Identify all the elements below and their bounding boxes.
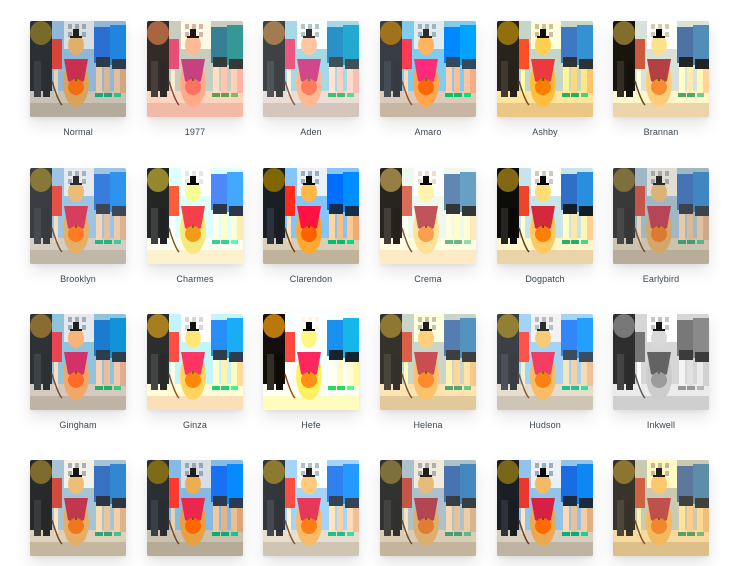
- filter-tile[interactable]: Hefe: [263, 314, 359, 430]
- filter-preview-image[interactable]: [380, 314, 476, 410]
- filter-preview-image[interactable]: [497, 21, 593, 117]
- filter-tile[interactable]: Inkwell: [613, 314, 709, 430]
- filter-preview-image[interactable]: [380, 21, 476, 117]
- filter-tile[interactable]: Normal: [30, 21, 126, 137]
- filter-tile[interactable]: Brannan: [613, 21, 709, 137]
- filter-tile[interactable]: Clarendon: [263, 168, 359, 284]
- filter-label: Brannan: [643, 127, 679, 137]
- filter-tile[interactable]: Charmes: [147, 168, 243, 284]
- filter-tile[interactable]: Dogpatch: [497, 168, 593, 284]
- filter-label: Helena: [413, 420, 443, 430]
- filter-label: Charmes: [176, 274, 214, 284]
- filter-tile[interactable]: Helena: [380, 314, 476, 430]
- filter-preview-image[interactable]: [263, 21, 359, 117]
- filter-label: Normal: [63, 127, 93, 137]
- filter-preview-image[interactable]: [30, 21, 126, 117]
- filter-label: 1977: [184, 127, 206, 137]
- filter-label: Gingham: [59, 420, 97, 430]
- filter-preview-image[interactable]: [147, 21, 243, 117]
- filter-tile[interactable]: Hudson: [497, 314, 593, 430]
- filter-tile[interactable]: Aden: [263, 21, 359, 137]
- filter-tile[interactable]: [497, 460, 593, 566]
- filter-preview-image[interactable]: [263, 314, 359, 410]
- filter-label: Brooklyn: [60, 274, 96, 284]
- filter-preview-image[interactable]: [380, 460, 476, 556]
- filter-preview-image[interactable]: [147, 460, 243, 556]
- filter-tile[interactable]: 1977: [147, 21, 243, 137]
- filter-label: Hudson: [529, 420, 561, 430]
- filter-preview-image[interactable]: [147, 314, 243, 410]
- filter-label: Ginza: [182, 420, 207, 430]
- filter-preview-image[interactable]: [613, 21, 709, 117]
- filter-label: Earlybird: [642, 274, 680, 284]
- filter-label: Ashby: [532, 127, 558, 137]
- filter-preview-image[interactable]: [30, 168, 126, 264]
- filter-preview-image[interactable]: [263, 168, 359, 264]
- filter-tile[interactable]: Amaro: [380, 21, 476, 137]
- filter-preview-image[interactable]: [263, 460, 359, 556]
- filter-preview-image[interactable]: [147, 168, 243, 264]
- filter-label: Amaro: [414, 127, 442, 137]
- filter-tile[interactable]: Ashby: [497, 21, 593, 137]
- filter-label: Crema: [414, 274, 442, 284]
- filter-preview-image[interactable]: [380, 168, 476, 264]
- filter-tile[interactable]: Crema: [380, 168, 476, 284]
- filter-tile[interactable]: Ginza: [147, 314, 243, 430]
- filter-preview-image[interactable]: [613, 314, 709, 410]
- filter-preview-image[interactable]: [613, 460, 709, 556]
- filter-preview-image[interactable]: [497, 460, 593, 556]
- filter-tile[interactable]: Gingham: [30, 314, 126, 430]
- filter-preview-image[interactable]: [30, 314, 126, 410]
- filter-label: Clarendon: [289, 274, 333, 284]
- filter-preview-image[interactable]: [30, 460, 126, 556]
- filter-label: Aden: [300, 127, 322, 137]
- filter-preview-image[interactable]: [613, 168, 709, 264]
- filter-tile[interactable]: [30, 460, 126, 566]
- filter-label: Hefe: [301, 420, 321, 430]
- filter-tile[interactable]: Brooklyn: [30, 168, 126, 284]
- filter-grid: Normal 1977 Aden Amaro Ashby Brannan Brooklyn C…: [0, 0, 750, 556]
- filter-preview-image[interactable]: [497, 168, 593, 264]
- filter-tile[interactable]: Earlybird: [613, 168, 709, 284]
- filter-label: Dogpatch: [525, 274, 565, 284]
- filter-tile[interactable]: [380, 460, 476, 566]
- filter-tile[interactable]: [147, 460, 243, 566]
- filter-tile[interactable]: [263, 460, 359, 566]
- filter-preview-image[interactable]: [497, 314, 593, 410]
- filter-tile[interactable]: [613, 460, 709, 566]
- filter-label: Inkwell: [646, 420, 676, 430]
